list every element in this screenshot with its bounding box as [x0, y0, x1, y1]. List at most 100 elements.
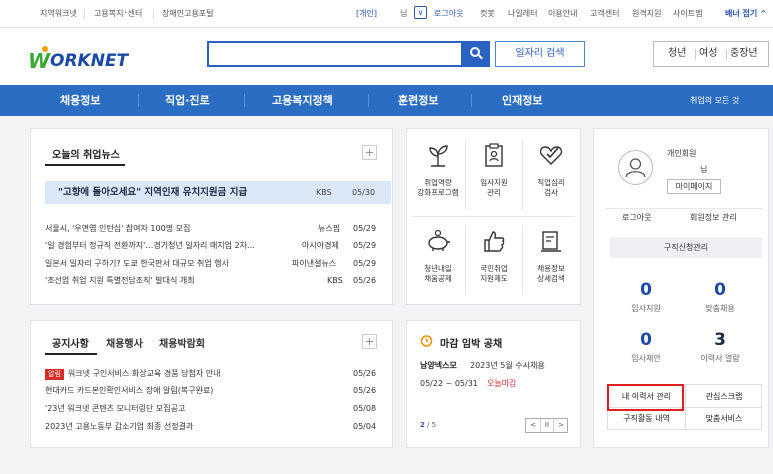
tab-recruit-event[interactable]: 채용행사: [106, 335, 143, 350]
youth-link[interactable]: 청년: [668, 42, 686, 66]
deadline-page-total: / 5: [427, 421, 437, 429]
banner-collapse-button[interactable]: 배너 접기 ^: [725, 0, 767, 27]
pause-button[interactable]: II: [540, 419, 554, 432]
stat-value[interactable]: 3: [690, 330, 750, 350]
service-label-2: 검사: [544, 188, 558, 197]
service-label-1: 취업역량: [424, 178, 452, 187]
logout-button[interactable]: 로그아웃: [622, 210, 651, 225]
middle-aged-link[interactable]: 중장년: [730, 42, 758, 66]
logo-dot: [42, 46, 48, 52]
alert-badge: 알림: [45, 369, 64, 380]
notice-item-text[interactable]: 2023년 고용노동부 갑소기업 최종 선정결과: [45, 419, 345, 434]
news-headline[interactable]: "고향에 돌아오세요" 지역인재 유치지원금 지급 KBS 05/30: [45, 181, 391, 204]
clipboard-icon: [485, 143, 503, 167]
news-title[interactable]: 오늘의 취업뉴스: [52, 146, 120, 161]
notice-item-text: 워크넷 구인서비스 화상교육 경품 당첨자 안내: [67, 369, 221, 378]
link-sitemap[interactable]: 사이트맵: [673, 0, 702, 27]
notice-item-date: 05/26: [353, 369, 377, 378]
link-remote-support[interactable]: 원격지원: [632, 0, 661, 27]
notice-item-text[interactable]: '23년 워크넷 콘텐츠 모니터링단 모집공고: [45, 401, 345, 416]
headline-source: KBS: [316, 188, 332, 197]
service-label-1: 채용정보: [537, 264, 565, 273]
service-application[interactable]: 임사지원 관리: [466, 142, 522, 212]
user-name-label: 님: [400, 9, 408, 18]
stat-label: 입사제안: [631, 354, 661, 363]
logout-link[interactable]: 로그아웃: [434, 0, 463, 27]
news-more-button[interactable]: +: [362, 145, 377, 160]
service-detail-search[interactable]: 채용정보 상세검색: [523, 228, 579, 298]
job-request-button[interactable]: 구직신청관리: [610, 237, 762, 258]
custom-service-button[interactable]: 맞춤서비스: [686, 408, 762, 430]
news-item-text[interactable]: '조선업 취업 지원 특별전담조직' 발대식 개최: [45, 273, 295, 288]
nav-talent[interactable]: 인재정보: [502, 85, 542, 116]
service-label-2: 강화프로그램: [417, 188, 459, 197]
news-title-underline: [45, 164, 125, 166]
news-item-source: 아시아경제: [302, 241, 339, 250]
chevron-down-icon[interactable]: ∨: [414, 6, 427, 19]
stat-value[interactable]: 0: [616, 330, 676, 350]
member-info-button[interactable]: 회원정보 관리: [690, 210, 737, 225]
job-activity-button[interactable]: 구직활동 내역: [608, 408, 685, 430]
nav-career[interactable]: 직업·진로: [165, 85, 210, 116]
news-item-source: KBS: [327, 276, 343, 285]
stat-value[interactable]: 0: [690, 280, 750, 300]
service-label-1: 임사지원: [480, 178, 508, 187]
deadline-company[interactable]: 남양넥스모: [420, 358, 457, 373]
search-button[interactable]: [463, 41, 490, 67]
next-button[interactable]: >: [554, 419, 568, 432]
member-type: 개인회원: [667, 149, 697, 158]
highlight-box: [607, 384, 684, 411]
news-item-text[interactable]: 서울시, '우면엽 인턴십' 참여자 100명 모집: [45, 221, 295, 236]
service-competency[interactable]: 취업역량 강화프로그램: [410, 142, 466, 212]
divider: [412, 216, 574, 217]
notice-item[interactable]: 알림 워크넷 구인서비스 화상교육 경품 당첨자 안내: [45, 366, 345, 381]
tab-job-fair[interactable]: 채용박람회: [159, 335, 205, 350]
service-label-1: 직업심리: [537, 178, 565, 187]
piggy-bank-icon: [428, 229, 450, 251]
link-customer-center[interactable]: 고객센터: [590, 0, 619, 27]
link-disabled-portal[interactable]: 장애인고용포털: [162, 0, 214, 27]
divider: [726, 49, 727, 60]
headline-text: "고향에 돌아오세요" 지역인재 유치지원금 지급: [58, 187, 248, 198]
stat-value[interactable]: 0: [616, 280, 676, 300]
notice-item-text[interactable]: 현대카드 카드본인확인서비스 장애 알림(복구완료): [45, 383, 345, 398]
divider: [471, 94, 472, 107]
link-regional-worknet[interactable]: 지역워크넷: [40, 0, 77, 27]
service-youth-savings[interactable]: 청년내일 채움공제: [410, 228, 466, 298]
mypage-button[interactable]: 마이페이지: [667, 179, 721, 194]
scrap-button[interactable]: 관심스크랩: [686, 386, 762, 408]
prev-button[interactable]: <: [526, 419, 540, 432]
link-newsletter[interactable]: 나일레터: [508, 0, 537, 27]
deadline-period: 05/22 ~ 05/31: [420, 379, 478, 388]
job-search-button[interactable]: 일자리 검색: [495, 41, 585, 67]
women-link[interactable]: 여성: [699, 42, 717, 66]
divider: [244, 94, 245, 107]
link-employment-welfare-center[interactable]: 고용복지⁺센터: [94, 0, 142, 27]
link-chatbot[interactable]: 컷봇: [480, 0, 495, 27]
deadline-job[interactable]: 2023년 5월 수시채용: [470, 358, 545, 373]
notice-item-date: 05/08: [353, 404, 377, 413]
link-guide[interactable]: 이용안내: [548, 0, 577, 27]
nav-welfare-policy[interactable]: 고용복지정책: [272, 85, 333, 116]
service-label-2: 상세검색: [537, 274, 565, 283]
service-psych-test[interactable]: 직업심리 검사: [523, 142, 579, 212]
nav-training[interactable]: 훈련정보: [398, 85, 438, 116]
news-item-text[interactable]: 일본서 일자리 구하기? 도쿄 한국판서 대규모 취업 행사: [45, 256, 290, 271]
service-label-2: 지원제도: [480, 274, 508, 283]
notice-tab-underline: [45, 353, 97, 355]
service-national-employment[interactable]: 국민취업 지원제도: [466, 228, 522, 298]
detail-search-icon: [541, 231, 561, 252]
deadline-today-close: 오늘마감: [487, 379, 517, 388]
notice-more-button[interactable]: +: [362, 334, 377, 349]
service-label-2: 채움공제: [424, 274, 452, 283]
news-item-date: 05/29: [353, 259, 377, 268]
nav-job-info[interactable]: 채용정보: [60, 85, 100, 116]
tab-notice[interactable]: 공지사항: [52, 335, 89, 350]
stat-label: 이력서 열람: [700, 354, 740, 363]
service-label-1: 청년내일: [424, 264, 452, 273]
nav-all-jobs[interactable]: 취업의 모든 것: [690, 85, 739, 116]
news-item-text[interactable]: '일 경험부터 정규직 전환까지'…경기청년 일자리 매치업 2차…: [45, 238, 297, 253]
search-input[interactable]: [207, 41, 463, 67]
notice-item-date: 05/04: [353, 422, 377, 431]
age-group-selector: 청년 여성 중장년: [653, 41, 769, 67]
